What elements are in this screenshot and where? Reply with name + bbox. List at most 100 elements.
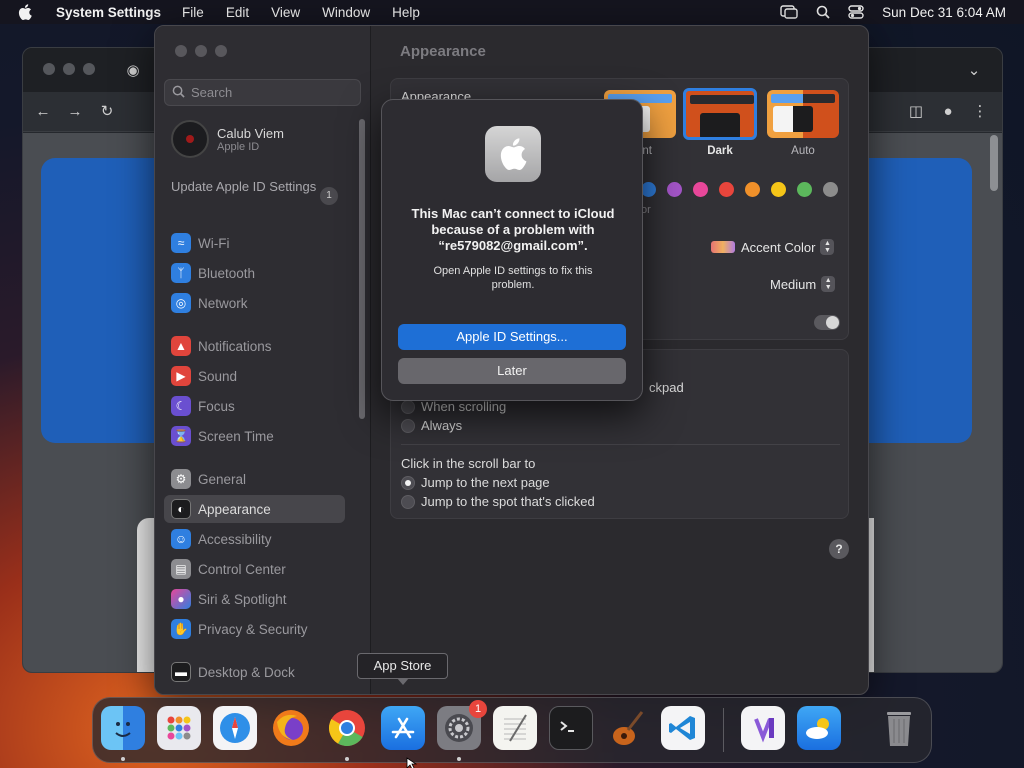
menu-file[interactable]: File (171, 5, 215, 20)
radio-button[interactable] (401, 399, 415, 414)
sidebar-scrollbar[interactable] (359, 119, 365, 419)
chevron-down-icon[interactable]: ⌄ (966, 63, 982, 79)
search-field[interactable]: Search (164, 79, 361, 106)
browser-minimize-button[interactable] (63, 63, 75, 75)
icloud-alert-dialog: This Mac can’t connect to iCloud because… (381, 99, 643, 401)
accent-color-blue[interactable] (641, 182, 656, 197)
accent-color-red[interactable] (719, 182, 734, 197)
minimize-button[interactable] (195, 45, 207, 57)
tooltip-arrow (397, 678, 409, 685)
sidebar-item-wifi[interactable]: ≈ Wi-Fi (171, 231, 229, 255)
terminal-icon[interactable] (549, 706, 593, 750)
menu-view[interactable]: View (260, 5, 311, 20)
sidebar-item-bluetooth[interactable]: ᛉ Bluetooth (171, 261, 255, 285)
chrome-tab-icon[interactable]: ◉ (125, 63, 141, 79)
sidebar-item-label: Screen Time (198, 428, 274, 444)
sidebar-item-accessibility[interactable]: ☺ Accessibility (171, 527, 272, 551)
sidebar-item-label: Siri & Spotlight (198, 591, 287, 607)
garageband-icon[interactable] (605, 706, 649, 750)
apple-logo-icon (485, 126, 541, 182)
radio-jump-spot-clicked[interactable]: Jump to the spot that's clicked (401, 494, 595, 509)
back-icon[interactable]: ← (35, 104, 51, 120)
mouse-pointer-icon (406, 756, 418, 768)
browser-close-button[interactable] (43, 63, 55, 75)
apple-icon[interactable] (18, 4, 34, 20)
menu-edit[interactable]: Edit (215, 5, 260, 20)
sidebar-item-siri-spotlight[interactable]: ● Siri & Spotlight (171, 587, 287, 611)
close-button[interactable] (175, 45, 187, 57)
radio-jump-next-page[interactable]: Jump to the next page (401, 475, 550, 490)
click-scroll-bar-label: Click in the scroll bar to (401, 456, 536, 471)
sidebar-icon-size-popup[interactable]: Medium ▲ ▼ (770, 276, 836, 292)
menu-help[interactable]: Help (381, 5, 431, 20)
more-menu-icon[interactable]: ⋮ (972, 104, 988, 120)
system-settings-icon[interactable]: 1 (437, 700, 487, 750)
control-center-icon[interactable] (848, 5, 864, 19)
sidebar-item-control-center[interactable]: ▤ Control Center (171, 557, 286, 581)
radio-always[interactable]: Always (401, 418, 462, 433)
sidebar-item-network[interactable]: ◎ Network (171, 291, 248, 315)
update-apple-id-settings[interactable]: Update Apple ID Settings (171, 179, 341, 195)
safari-icon[interactable] (213, 706, 257, 750)
browser-scrollbar[interactable] (990, 135, 998, 191)
update-count-badge: 1 (320, 187, 338, 205)
side-panel-icon[interactable]: ◫ (908, 104, 924, 120)
appearance-dark-thumbnail[interactable] (683, 88, 757, 140)
radio-button[interactable] (401, 475, 415, 490)
sidebar-item-desktop-dock[interactable]: ▬ Desktop & Dock (171, 660, 295, 684)
spotlight-search-icon[interactable] (816, 5, 830, 19)
firefox-icon[interactable] (269, 706, 313, 750)
dock-separator (723, 708, 724, 752)
highlight-color-popup[interactable]: Accent Color ▲ ▼ (711, 239, 835, 255)
accent-color-green[interactable] (797, 182, 812, 197)
apple-id-settings-button[interactable]: Apple ID Settings... (398, 324, 626, 350)
radio-button[interactable] (401, 418, 415, 433)
reload-icon[interactable]: ↻ (99, 104, 115, 120)
sidebar-item-appearance[interactable]: ◐ Appearance (164, 495, 345, 523)
finder-icon[interactable] (101, 706, 145, 750)
accent-color-pink[interactable] (693, 182, 708, 197)
accent-color-yellow[interactable] (771, 182, 786, 197)
sidebar-item-label: Sound (198, 368, 238, 384)
appearance-auto-thumbnail[interactable] (767, 90, 839, 138)
vscode-icon[interactable] (661, 706, 705, 750)
radio-label: When scrolling (421, 399, 507, 414)
menu-clock[interactable]: Sun Dec 31 6:04 AM (882, 5, 1006, 20)
help-button[interactable]: ? (829, 539, 849, 559)
sidebar-item-label: Privacy & Security (198, 621, 308, 637)
accent-color-orange[interactable] (745, 182, 760, 197)
sidebar-item-general[interactable]: ⚙ General (171, 467, 246, 491)
weather-icon[interactable] (797, 706, 841, 750)
sidebar-item-label: Desktop & Dock (198, 664, 295, 680)
app-store-icon[interactable] (381, 706, 425, 750)
accent-color-graphite[interactable] (823, 182, 838, 197)
apple-id-profile[interactable]: Calub Viem Apple ID (171, 120, 284, 158)
browser-zoom-button[interactable] (83, 63, 95, 75)
accent-color-purple[interactable] (667, 182, 682, 197)
menu-window[interactable]: Window (311, 5, 381, 20)
forward-icon[interactable]: → (67, 104, 83, 120)
launchpad-icon[interactable] (157, 706, 201, 750)
radio-button[interactable] (401, 494, 415, 509)
visual-studio-icon[interactable] (741, 706, 785, 750)
sidebar-item-label: Network (198, 295, 248, 311)
radio-when-scrolling[interactable]: When scrolling (401, 399, 506, 414)
sidebar-item-notifications[interactable]: ▲ Notifications (171, 334, 272, 358)
sidebar-item-focus[interactable]: ☾ Focus (171, 394, 235, 418)
sidebar-item-privacy-security[interactable]: ✋ Privacy & Security (171, 617, 308, 641)
running-indicator (345, 757, 349, 761)
appearance-icon: ◐ (171, 499, 191, 519)
profile-icon[interactable]: ● (940, 104, 956, 120)
later-button[interactable]: Later (398, 358, 626, 384)
screen-mirroring-icon[interactable] (780, 5, 798, 19)
sidebar-item-screen-time[interactable]: ⌛ Screen Time (171, 424, 274, 448)
zoom-button[interactable] (215, 45, 227, 57)
bluetooth-icon: ᛉ (171, 263, 191, 283)
trash-icon[interactable] (877, 706, 921, 750)
chrome-icon[interactable] (325, 706, 369, 750)
sidebar-item-sound[interactable]: ▶ Sound (171, 364, 237, 388)
alert-title: This Mac can’t connect to iCloud because… (411, 206, 615, 253)
textedit-icon[interactable] (493, 706, 537, 750)
wallpaper-tinting-toggle[interactable] (814, 315, 840, 330)
menu-app-name[interactable]: System Settings (46, 5, 161, 20)
